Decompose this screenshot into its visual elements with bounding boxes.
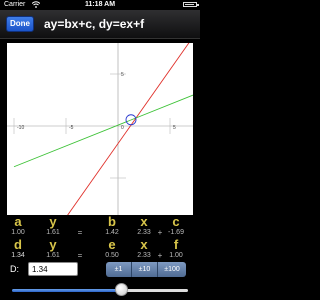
equation1-values: 1.00 1.61 = 1.42 2.33 + -1.69 bbox=[0, 228, 200, 237]
value-d[interactable]: 1.34 bbox=[8, 252, 28, 260]
battery-fill bbox=[185, 4, 194, 5]
page-title: ay=bx+c, dy=ex+f bbox=[44, 17, 145, 31]
label-b: b bbox=[108, 214, 116, 229]
value-slider[interactable] bbox=[12, 283, 188, 296]
status-time: 11:18 AM bbox=[84, 1, 116, 8]
coefficient-input[interactable] bbox=[28, 262, 78, 276]
value-c[interactable]: -1.69 bbox=[166, 229, 186, 237]
tick-label: 5 bbox=[121, 72, 124, 78]
battery-icon bbox=[183, 2, 199, 7]
graph-canvas[interactable]: -10-5055-10 bbox=[7, 43, 193, 215]
graph-plot[interactable]: -10-5055-10 bbox=[7, 43, 193, 215]
label-f: f bbox=[173, 237, 179, 252]
done-button[interactable]: Done bbox=[6, 16, 34, 32]
step-10-button[interactable]: ±10 bbox=[132, 262, 158, 277]
value-e[interactable]: 0.50 bbox=[102, 252, 122, 260]
step-1-button[interactable]: ±1 bbox=[106, 262, 132, 277]
navigation-bar: Done ay=bx+c, dy=ex+f bbox=[0, 10, 200, 39]
value-f[interactable]: 1.00 bbox=[166, 252, 186, 260]
equation2-labels: d y e x f bbox=[0, 237, 200, 252]
label-d: d bbox=[14, 237, 22, 252]
tick-label: -5 bbox=[69, 125, 74, 131]
label-x: x bbox=[140, 237, 148, 252]
equation2-values: 1.34 1.61 = 0.50 2.33 + 1.00 bbox=[0, 251, 200, 260]
coefficient-editor: D: ±1 ±10 ±100 bbox=[0, 262, 200, 278]
line-green bbox=[13, 94, 193, 168]
value-y2: 1.61 bbox=[46, 252, 60, 259]
label-y: y bbox=[49, 237, 57, 252]
value-b[interactable]: 1.42 bbox=[102, 229, 122, 237]
step-100-button[interactable]: ±100 bbox=[158, 262, 186, 277]
status-bar: Carrier 11:18 AM bbox=[0, 0, 200, 10]
label-a: a bbox=[14, 214, 22, 229]
tick-label: -10 bbox=[17, 125, 24, 131]
equals-sign: = bbox=[77, 251, 83, 260]
equals-sign: = bbox=[77, 228, 83, 237]
slider-thumb[interactable] bbox=[115, 283, 128, 296]
label-c: c bbox=[172, 214, 180, 229]
equation1-labels: a y b x c bbox=[0, 214, 200, 229]
slider-track-filled[interactable] bbox=[12, 289, 121, 292]
value-a[interactable]: 1.00 bbox=[8, 229, 28, 237]
tick-label: 0 bbox=[121, 125, 124, 131]
label-x: x bbox=[140, 214, 148, 229]
field-label: D: bbox=[10, 264, 19, 274]
slider-track-empty[interactable] bbox=[121, 289, 188, 292]
line-red bbox=[67, 43, 190, 215]
label-y: y bbox=[49, 214, 57, 229]
label-e: e bbox=[108, 237, 116, 252]
tick-label: 5 bbox=[173, 125, 176, 131]
value-y1: 1.61 bbox=[46, 229, 60, 236]
